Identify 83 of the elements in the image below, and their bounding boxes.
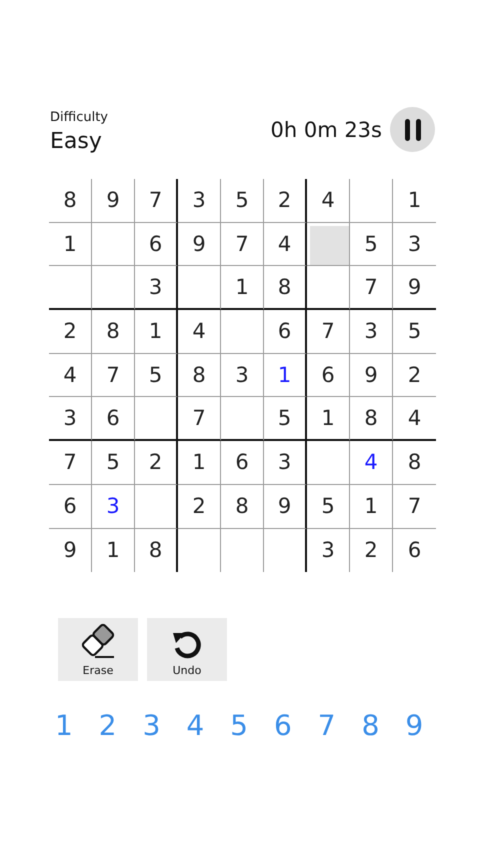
undo-button[interactable]: Undo <box>147 618 227 682</box>
grid-cell[interactable]: 5 <box>264 397 307 442</box>
grid-cell[interactable]: 6 <box>307 354 350 398</box>
grid-cell[interactable]: 7 <box>307 310 350 354</box>
grid-cell[interactable]: 4 <box>350 441 393 485</box>
grid-cell[interactable] <box>92 266 135 310</box>
grid-cell[interactable]: 2 <box>49 310 92 354</box>
grid-cell[interactable] <box>135 397 178 442</box>
grid-cell[interactable]: 8 <box>264 266 307 310</box>
grid-cell[interactable]: 3 <box>92 484 135 528</box>
erase-button[interactable]: Erase <box>58 618 138 682</box>
grid-cell[interactable]: 5 <box>350 222 393 266</box>
grid-cell[interactable]: 8 <box>393 441 436 485</box>
grid-cell[interactable]: 1 <box>307 397 350 442</box>
pause-icon <box>404 118 422 142</box>
grid-cell[interactable]: 9 <box>49 528 92 572</box>
grid-cell[interactable]: 3 <box>393 222 436 266</box>
grid-cell[interactable]: 6 <box>49 484 92 528</box>
grid-cell[interactable]: 3 <box>350 310 393 354</box>
grid-cell[interactable]: 6 <box>221 441 264 485</box>
difficulty-label: Difficulty <box>50 110 108 125</box>
grid-cell[interactable]: 8 <box>135 528 178 572</box>
grid-cell[interactable]: 8 <box>221 484 264 528</box>
difficulty-value: Easy <box>50 129 103 154</box>
grid-cell[interactable]: 1 <box>264 354 307 398</box>
grid-cell[interactable]: 4 <box>178 310 221 354</box>
grid-cell[interactable] <box>178 266 221 310</box>
grid-cell[interactable]: 1 <box>221 266 264 310</box>
grid-cell[interactable]: 3 <box>178 179 221 223</box>
grid-cell[interactable]: 6 <box>92 397 135 442</box>
grid-cell[interactable] <box>49 266 92 310</box>
grid-cell[interactable]: 7 <box>135 179 178 223</box>
grid-cell[interactable]: 9 <box>393 266 436 310</box>
grid-cell[interactable]: 9 <box>350 354 393 398</box>
grid-cell[interactable] <box>307 441 350 485</box>
grid-cell[interactable]: 6 <box>393 528 436 572</box>
grid-cell[interactable]: 3 <box>49 397 92 442</box>
grid-cell[interactable]: 8 <box>92 310 135 354</box>
grid-cell[interactable]: 2 <box>178 484 221 528</box>
grid-cell[interactable]: 1 <box>393 179 436 223</box>
grid-cell[interactable] <box>350 179 393 223</box>
grid-cell[interactable]: 2 <box>264 179 307 223</box>
grid-cell[interactable] <box>92 222 135 266</box>
grid-cell[interactable]: 9 <box>178 222 221 266</box>
grid-cell[interactable]: 9 <box>92 179 135 223</box>
grid-cell[interactable]: 8 <box>350 397 393 442</box>
grid-cell[interactable]: 5 <box>307 484 350 528</box>
grid-cell[interactable]: 9 <box>264 484 307 528</box>
grid-cell[interactable]: 1 <box>49 222 92 266</box>
grid-cell[interactable]: 7 <box>49 441 92 485</box>
game-timer: 0h 0m 23s <box>270 118 382 142</box>
grid-cell[interactable]: 2 <box>393 354 436 398</box>
grid-cell[interactable]: 5 <box>135 354 178 398</box>
grid-cell[interactable]: 6 <box>264 310 307 354</box>
grid-cell[interactable]: 4 <box>393 397 436 442</box>
grid-cell[interactable]: 8 <box>178 354 221 398</box>
grid-cell[interactable]: 7 <box>92 354 135 398</box>
grid-cell[interactable] <box>221 310 264 354</box>
grid-cell[interactable] <box>221 397 264 442</box>
grid-cell[interactable]: 3 <box>221 354 264 398</box>
grid-cell[interactable]: 2 <box>135 441 178 485</box>
grid-cell[interactable]: 7 <box>350 266 393 310</box>
grid-cell[interactable]: 3 <box>135 266 178 310</box>
grid-cell[interactable] <box>135 484 178 528</box>
grid-cell[interactable]: 5 <box>92 441 135 485</box>
grid-cell[interactable]: 7 <box>221 222 264 266</box>
grid-cell[interactable]: 3 <box>307 528 350 572</box>
grid-cell[interactable]: 1 <box>135 310 178 354</box>
grid-cell[interactable]: 1 <box>92 528 135 572</box>
grid-cell[interactable]: 1 <box>350 484 393 528</box>
grid-cell[interactable]: 7 <box>178 397 221 442</box>
grid-cell[interactable]: 4 <box>49 354 92 398</box>
grid-cell[interactable] <box>307 266 350 310</box>
grid-cell[interactable]: 6 <box>135 222 178 266</box>
grid-cell[interactable]: 7 <box>393 484 436 528</box>
grid-cell[interactable]: 3 <box>264 441 307 485</box>
grid-cell[interactable]: 1 <box>178 441 221 485</box>
grid-cell[interactable]: 5 <box>393 310 436 354</box>
grid-cell[interactable]: 2 <box>350 528 393 572</box>
grid-cell[interactable] <box>307 222 350 266</box>
grid-cell[interactable]: 5 <box>221 179 264 223</box>
grid-cell[interactable]: 8 <box>49 179 92 223</box>
pause-button[interactable] <box>390 107 435 152</box>
